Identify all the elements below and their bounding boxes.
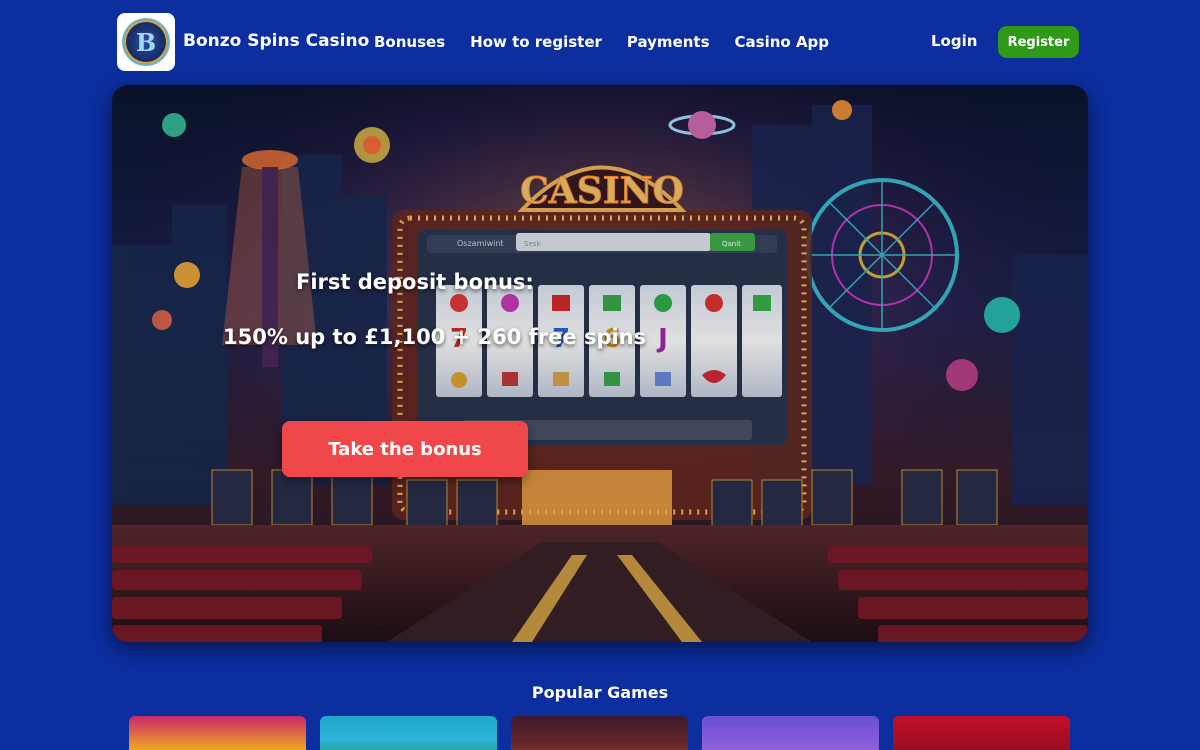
- hero-casino-illustration: CASINO Oszamiwint Sesk Qanit 7 7 6 J: [112, 85, 1088, 642]
- game-tile-1[interactable]: [129, 716, 306, 750]
- site-header: B Bonzo Spins Casino Bonuses How to regi…: [0, 0, 1200, 84]
- game-tile-5[interactable]: [893, 716, 1070, 750]
- nav-how-to-register[interactable]: How to register: [470, 33, 602, 51]
- hero-offer-text: 150% up to £1,100 + 260 free spins: [223, 325, 647, 349]
- hero-title: First deposit bonus:: [296, 270, 534, 294]
- login-link[interactable]: Login: [931, 32, 977, 50]
- logo-letter: B: [135, 27, 157, 57]
- main-nav: Bonuses How to register Payments Casino …: [374, 33, 854, 51]
- popular-games-title: Popular Games: [531, 683, 669, 702]
- game-tile-3[interactable]: [511, 716, 688, 750]
- game-tile-2[interactable]: [320, 716, 497, 750]
- register-button[interactable]: Register: [998, 26, 1079, 58]
- nav-payments[interactable]: Payments: [627, 33, 710, 51]
- popular-games-list: [129, 716, 1070, 750]
- logo-badge-icon: B: [122, 18, 170, 66]
- nav-bonuses[interactable]: Bonuses: [374, 33, 445, 51]
- site-logo[interactable]: B: [117, 13, 175, 71]
- nav-casino-app[interactable]: Casino App: [735, 33, 830, 51]
- take-bonus-button[interactable]: Take the bonus: [282, 421, 528, 477]
- hero-banner: CASINO Oszamiwint Sesk Qanit 7 7 6 J Fir…: [112, 85, 1088, 642]
- brand-name[interactable]: Bonzo Spins Casino: [183, 31, 369, 51]
- game-tile-4[interactable]: [702, 716, 879, 750]
